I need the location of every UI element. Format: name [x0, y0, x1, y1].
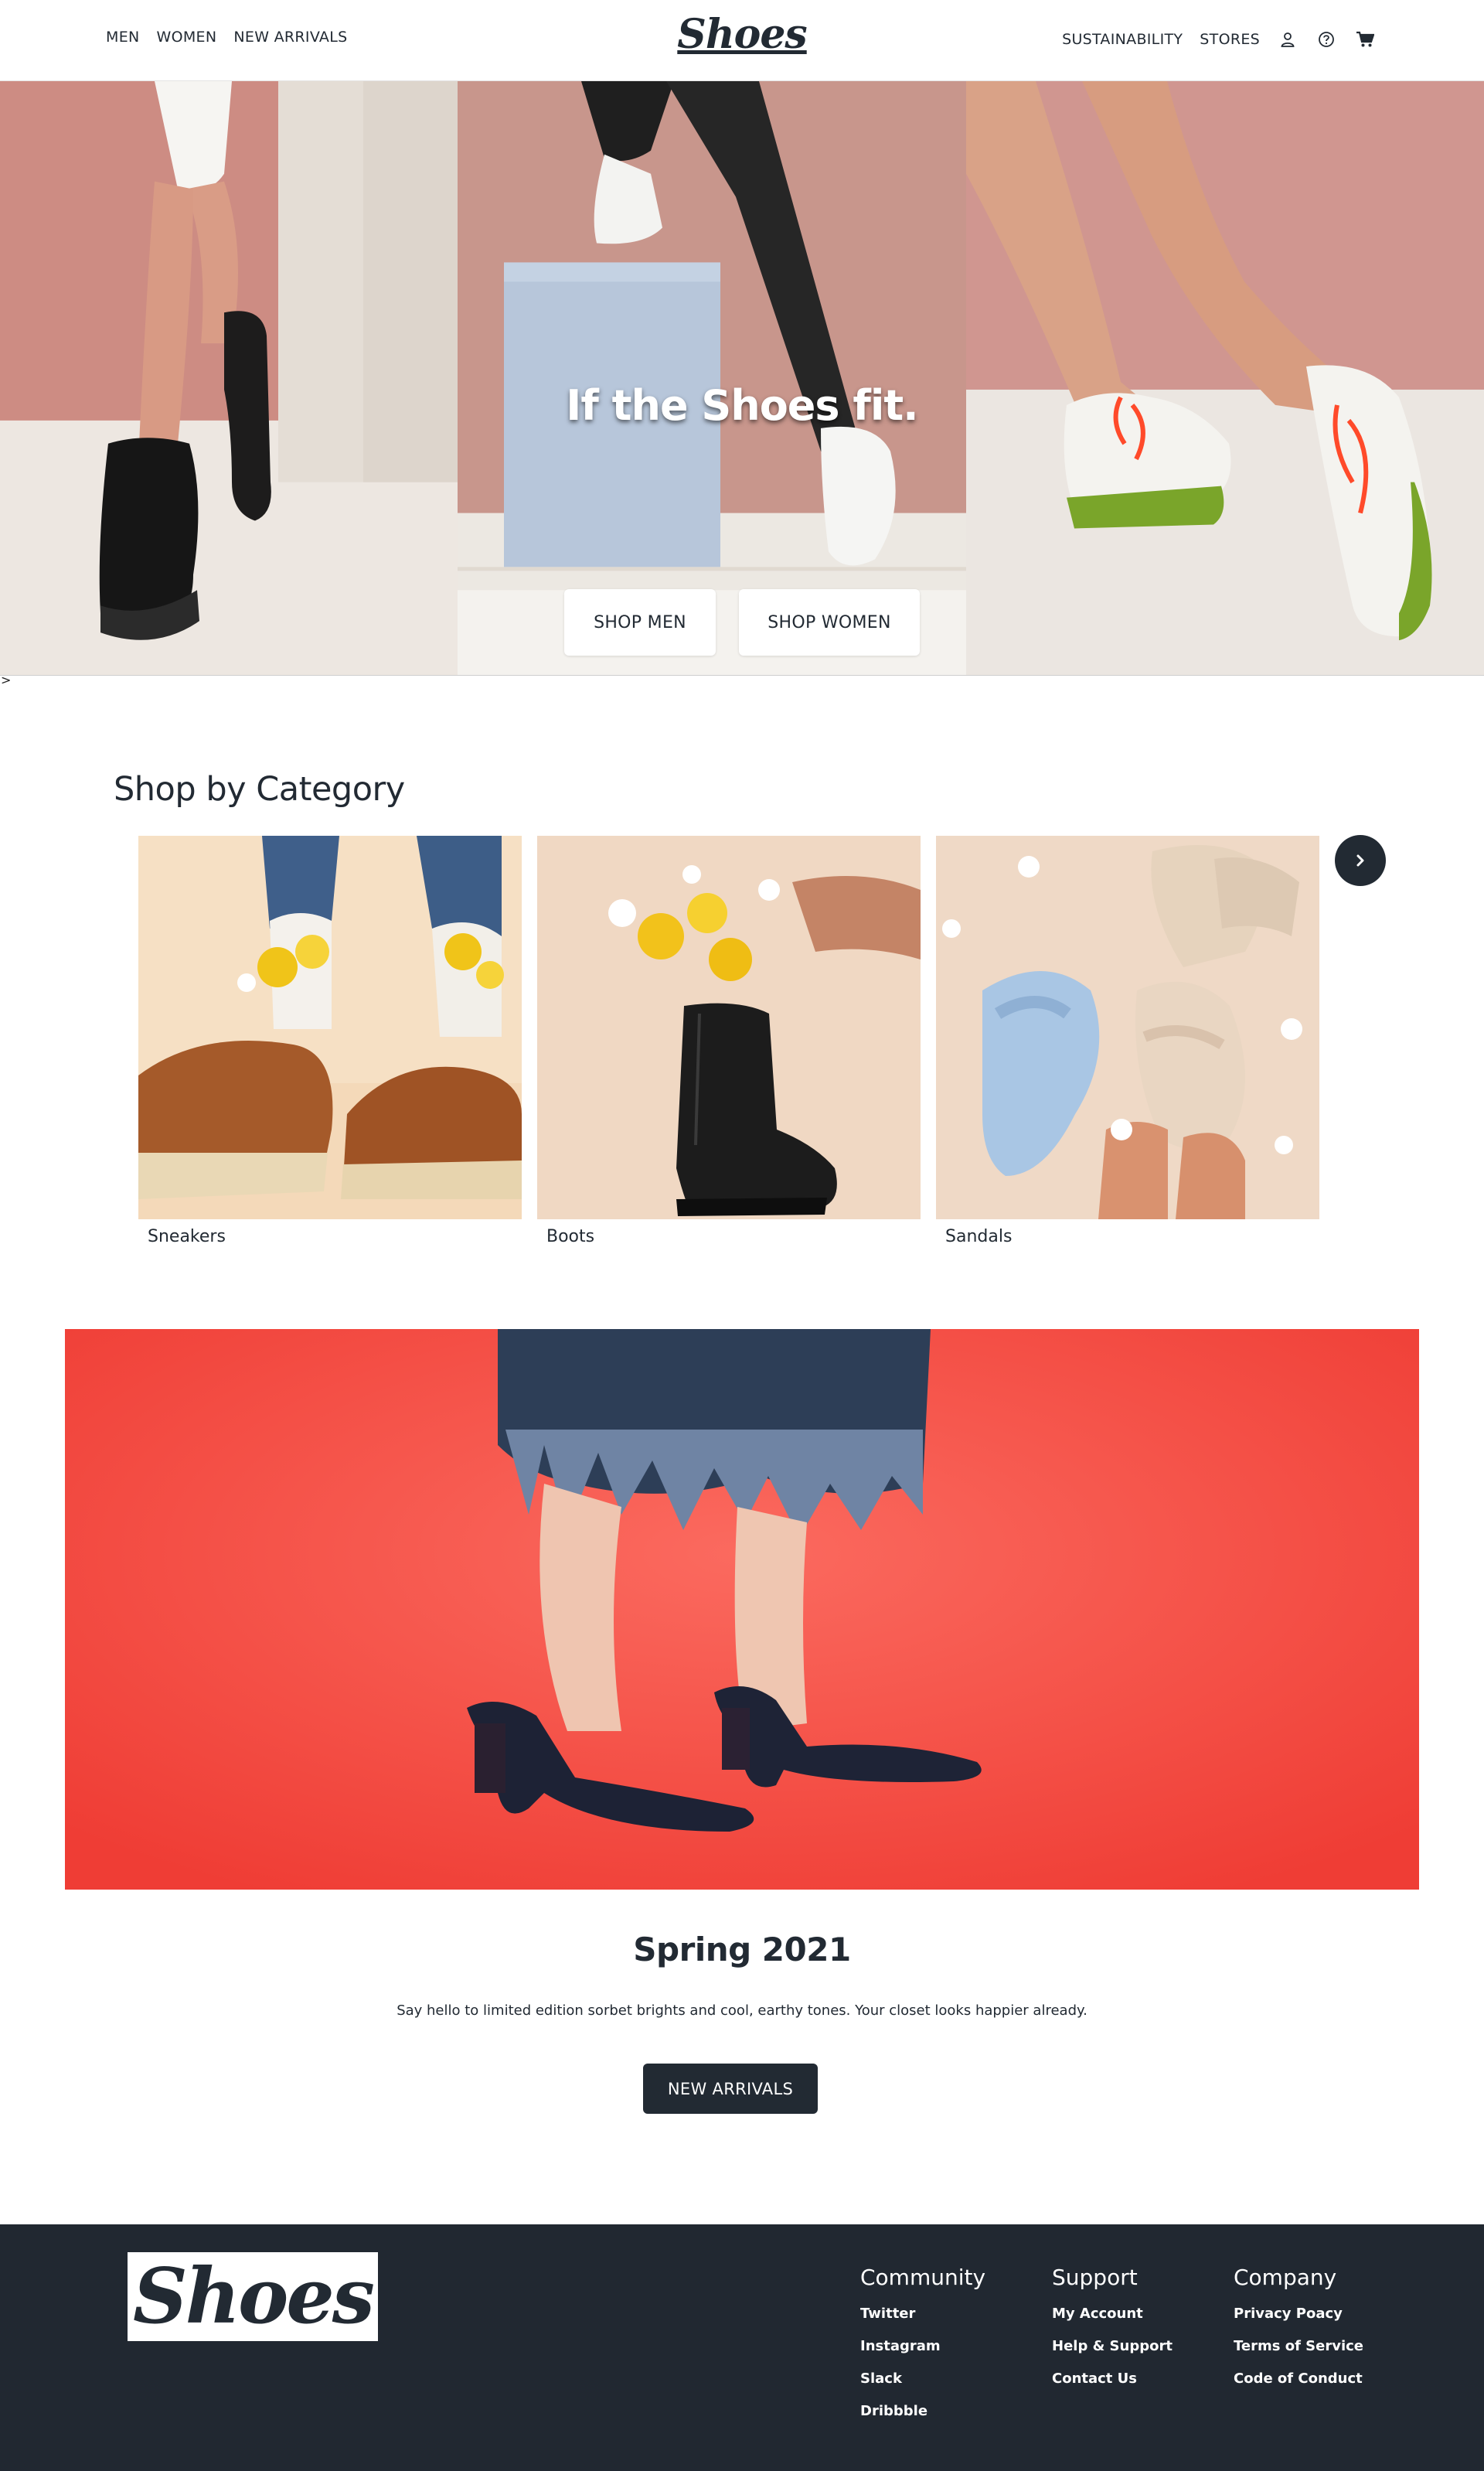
- feature-description: Say hello to limited edition sorbet brig…: [397, 2002, 1087, 2019]
- hero-banner: If the Shoes fit. SHOP MEN SHOP WOMEN: [0, 80, 1484, 676]
- hero-image-green-sneakers: [966, 81, 1484, 675]
- site-footer: Shoes Community Twitter Instagram Slack …: [0, 2224, 1484, 2471]
- nav-link-men[interactable]: MEN: [106, 29, 140, 46]
- hero-image-loafers: [0, 81, 458, 675]
- category-card-sneakers[interactable]: [138, 836, 522, 1219]
- footer-link-dribbble[interactable]: Dribbble: [860, 2403, 985, 2419]
- footer-column-community: Community Twitter Instagram Slack Dribbb…: [860, 2265, 985, 2435]
- footer-link-my-account[interactable]: My Account: [1052, 2306, 1173, 2322]
- footer-link-twitter[interactable]: Twitter: [860, 2306, 985, 2322]
- feature-image-slingback-heels: [65, 1329, 1419, 1890]
- footer-link-help-support[interactable]: Help & Support: [1052, 2338, 1173, 2354]
- hero-headline: If the Shoes fit.: [566, 381, 918, 430]
- category-label-boots[interactable]: Boots: [546, 1227, 594, 1246]
- shop-men-button[interactable]: SHOP MEN: [564, 589, 716, 656]
- footer-column-support: Support My Account Help & Support Contac…: [1052, 2265, 1173, 2403]
- category-label-sandals[interactable]: Sandals: [945, 1227, 1012, 1246]
- brand-logo[interactable]: Shoes: [677, 11, 807, 58]
- help-icon[interactable]: [1316, 29, 1337, 50]
- feature-heading: Spring 2021: [633, 1931, 851, 1968]
- footer-link-instagram[interactable]: Instagram: [860, 2338, 985, 2354]
- secondary-nav: SUSTAINABILITY STORES: [1062, 29, 1376, 50]
- stray-caret-text: >: [1, 673, 12, 687]
- cart-icon[interactable]: [1354, 29, 1376, 50]
- category-card-sandals[interactable]: [936, 836, 1319, 1219]
- nav-link-new-arrivals[interactable]: NEW ARRIVALS: [233, 29, 347, 46]
- footer-link-privacy-policy[interactable]: Privacy Poacy: [1234, 2306, 1363, 2322]
- hero-section: If the Shoes fit. SHOP MEN SHOP WOMEN >: [0, 80, 1484, 691]
- hero-image-sneakers-box: [458, 81, 966, 675]
- footer-heading-community: Community: [860, 2265, 986, 2290]
- category-heading: Shop by Category: [114, 770, 405, 809]
- new-arrivals-button[interactable]: NEW ARRIVALS: [643, 2064, 818, 2114]
- footer-link-code-of-conduct[interactable]: Code of Conduct: [1234, 2370, 1363, 2387]
- hero-cta-group: SHOP MEN SHOP WOMEN: [0, 589, 1484, 656]
- footer-link-slack[interactable]: Slack: [860, 2370, 985, 2387]
- chevron-right-icon: [1356, 854, 1364, 867]
- footer-column-company: Company Privacy Poacy Terms of Service C…: [1234, 2265, 1363, 2403]
- nav-link-sustainability[interactable]: SUSTAINABILITY: [1062, 31, 1183, 48]
- nav-link-women[interactable]: WOMEN: [157, 29, 217, 46]
- footer-heading-support: Support: [1052, 2265, 1138, 2290]
- footer-logo-text: Shoes: [133, 2251, 375, 2341]
- footer-link-contact-us[interactable]: Contact Us: [1052, 2370, 1173, 2387]
- category-card-boots[interactable]: [537, 836, 921, 1219]
- shop-women-button[interactable]: SHOP WOMEN: [739, 589, 920, 656]
- footer-link-terms-of-service[interactable]: Terms of Service: [1234, 2338, 1363, 2354]
- category-label-sneakers[interactable]: Sneakers: [148, 1227, 226, 1246]
- user-icon[interactable]: [1277, 29, 1298, 50]
- primary-nav: MEN WOMEN NEW ARRIVALS: [106, 29, 347, 46]
- site-header: MEN WOMEN NEW ARRIVALS Shoes SUSTAINABIL…: [0, 0, 1484, 80]
- nav-link-stores[interactable]: STORES: [1200, 31, 1260, 48]
- category-next-button[interactable]: [1335, 835, 1386, 886]
- footer-heading-company: Company: [1234, 2265, 1337, 2290]
- footer-logo[interactable]: Shoes: [128, 2252, 378, 2341]
